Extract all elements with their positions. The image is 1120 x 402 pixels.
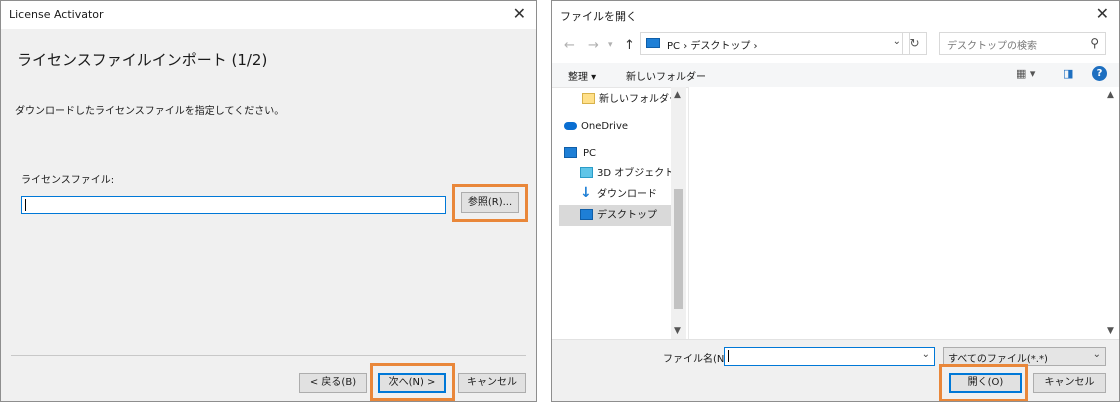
navigation-tree: 新しいフォルダー OneDrive PC 3D オブジェクト ↓ ダウンロード … — [559, 87, 687, 339]
tree-item-3d-objects[interactable]: 3D オブジェクト — [559, 163, 675, 184]
page-title: ライセンスファイルインポート (1/2) — [17, 51, 268, 69]
tree-label: 新しいフォルダー — [599, 94, 679, 105]
organize-menu[interactable]: 整理 ▾ — [568, 68, 596, 83]
tree-label: 3D オブジェクト — [597, 168, 675, 179]
chevron-down-icon[interactable]: ⌄ — [922, 349, 930, 360]
text-caret — [728, 350, 729, 362]
window-title: License Activator — [9, 8, 104, 21]
title-bar: License Activator ✕ — [1, 1, 536, 29]
tree-item-desktop[interactable]: デスクトップ — [559, 205, 671, 226]
cancel-button[interactable]: キャンセル — [1033, 373, 1106, 393]
address-bar[interactable]: PC › デスクトップ › ⌄ — [640, 32, 910, 55]
highlight-frame-open — [939, 364, 1028, 401]
refresh-icon[interactable]: ↻ — [902, 32, 927, 55]
tree-item-downloads[interactable]: ↓ ダウンロード — [559, 184, 671, 205]
filename-label: ファイル名(N): — [663, 354, 732, 365]
filetype-value: すべてのファイル(*.*) — [948, 354, 1048, 365]
cloud-icon — [564, 122, 577, 130]
scroll-thumb[interactable] — [674, 189, 683, 309]
chevron-down-icon[interactable]: ⌄ — [893, 36, 901, 47]
dialog-footer: ファイル名(N): ⌄ すべてのファイル(*.*) ⌄ 開く(O) キャンセル — [552, 339, 1119, 401]
up-arrow-icon[interactable]: ↑ — [624, 38, 635, 53]
tree-item-new-folder[interactable]: 新しいフォルダー — [559, 89, 679, 110]
license-activator-window: License Activator ✕ ライセンスファイルインポート (1/2)… — [0, 0, 537, 402]
desktop-icon — [580, 209, 593, 220]
help-icon[interactable]: ? — [1092, 66, 1107, 81]
title-bar: ファイルを開く ✕ — [552, 1, 1119, 29]
computer-icon — [646, 38, 660, 48]
highlight-frame-browse — [452, 184, 528, 222]
tree-label: PC — [583, 148, 597, 159]
back-arrow-icon[interactable]: ← — [564, 38, 575, 53]
instruction-text: ダウンロードしたライセンスファイルを指定してください。 — [15, 106, 285, 117]
scroll-up-icon[interactable]: ▲ — [674, 90, 681, 100]
download-icon: ↓ — [580, 185, 592, 201]
highlight-frame-next — [370, 363, 455, 401]
scroll-down-icon[interactable]: ▼ — [674, 326, 681, 336]
divider — [11, 355, 526, 356]
new-folder-button[interactable]: 新しいフォルダー — [626, 68, 706, 83]
license-file-input[interactable] — [21, 196, 446, 214]
tree-label: デスクトップ — [597, 210, 657, 221]
search-icon[interactable]: ⚲ — [1090, 36, 1099, 50]
search-placeholder: デスクトップの検索 — [947, 41, 1037, 52]
preview-pane-icon[interactable]: ◨ — [1063, 67, 1073, 80]
close-icon[interactable]: ✕ — [513, 4, 526, 24]
close-icon[interactable]: ✕ — [1096, 4, 1109, 24]
window-title: ファイルを開く — [560, 10, 637, 23]
computer-icon — [564, 147, 577, 158]
cancel-button[interactable]: キャンセル — [458, 373, 526, 393]
filename-input[interactable]: ⌄ — [724, 347, 935, 366]
tree-label: ダウンロード — [597, 189, 657, 200]
tree-item-pc[interactable]: PC — [559, 143, 671, 164]
breadcrumb: PC › デスクトップ › — [667, 41, 758, 52]
tree-label: OneDrive — [581, 121, 629, 132]
forward-arrow-icon[interactable]: → — [588, 38, 599, 53]
open-file-dialog: ファイルを開く ✕ ← → ▾ ↑ PC › デスクトップ › ⌄ ↻ デスクト… — [551, 0, 1120, 402]
scroll-up-icon[interactable]: ▲ — [1107, 90, 1114, 100]
folder-icon — [582, 93, 595, 104]
text-caret — [25, 199, 26, 211]
tree-scrollbar[interactable]: ▲ ▼ — [671, 87, 686, 339]
search-input[interactable]: デスクトップの検索 ⚲ — [939, 32, 1106, 55]
file-list-scrollbar[interactable]: ▲ ▼ — [1104, 87, 1119, 339]
tree-item-onedrive[interactable]: OneDrive — [559, 116, 671, 137]
cube-icon — [580, 167, 593, 178]
recent-chevron-icon[interactable]: ▾ — [608, 40, 613, 50]
toolbar: 整理 ▾ 新しいフォルダー ▦ ▾ ◨ ? — [552, 63, 1119, 88]
file-list-pane[interactable] — [688, 87, 1105, 339]
chevron-down-icon: ⌄ — [1092, 349, 1101, 360]
view-options-icon[interactable]: ▦ ▾ — [1016, 67, 1035, 80]
scroll-down-icon[interactable]: ▼ — [1107, 326, 1114, 336]
license-file-label: ライセンスファイル: — [21, 175, 115, 186]
back-button[interactable]: < 戻る(B) — [299, 373, 367, 393]
